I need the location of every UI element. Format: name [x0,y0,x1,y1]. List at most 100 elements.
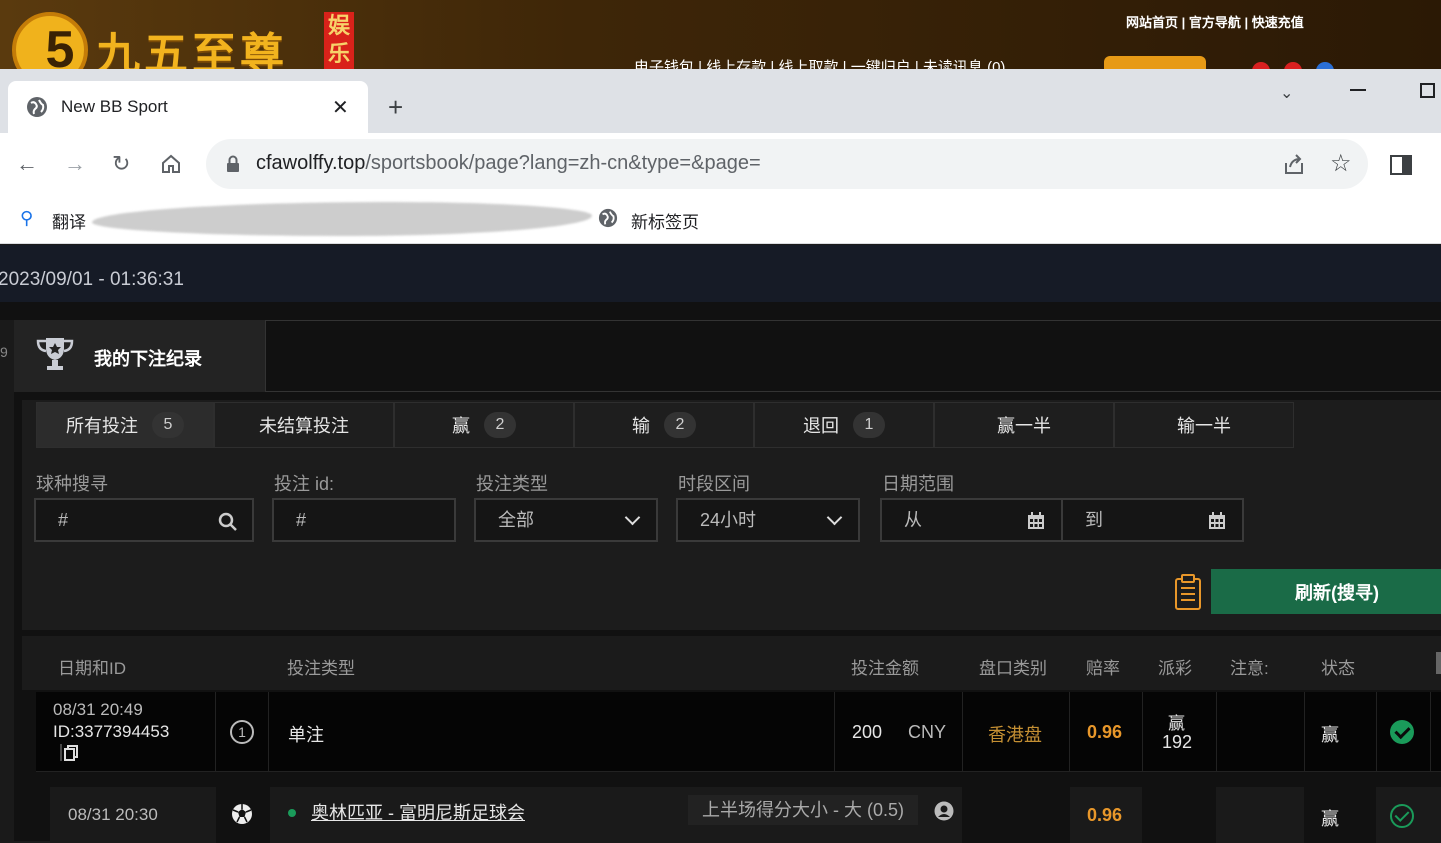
col-payout: 派彩 [1158,659,1192,678]
row-payout-amount: 192 [1162,732,1193,752]
row-match-link[interactable]: 奥林匹亚 - 富明尼斯足球会 [311,799,525,825]
clock-text: 2023/09/01 - 01:36:31 [0,269,184,290]
site-sub-nav[interactable]: 电子钱包 | 线上存款 | 线上取款 | 一键归户 | 未读讯息 (0) [634,56,1005,70]
search-icon[interactable]: ⚲ [20,208,33,229]
tab-label: 赢 [452,416,470,436]
user-info-icon[interactable] [934,801,954,821]
odds-type-cell [962,787,1070,843]
chevron-down-icon [826,509,843,526]
url-path: /sportsbook/page?lang=zh-cn&type=&page= [365,152,761,174]
bet-id-input[interactable]: # [272,498,456,542]
site-logo-number: 5 [45,21,75,70]
tab-count-badge: 1 [853,412,885,438]
cell-divider [1142,692,1143,772]
tab-count-badge: 2 [664,412,696,438]
tab-won[interactable]: 赢2 [394,402,574,448]
cell-divider [1069,692,1070,772]
forward-arrow-icon[interactable]: → [64,151,86,177]
clipboard-icon[interactable] [1174,574,1202,610]
col-odds: 赔率 [1086,659,1120,678]
share-icon[interactable] [1282,153,1306,175]
tab-label: 输一半 [1177,416,1231,436]
bookmark-translate[interactable]: 翻译 [52,208,86,233]
trophy-icon [36,338,74,370]
url-text[interactable]: cfawolffy.top/sportsbook/page?lang=zh-cn… [256,152,761,175]
calendar-icon[interactable] [1208,512,1226,530]
payout-cell [1142,787,1216,843]
tab-half-lost[interactable]: 输一半 [1114,402,1294,448]
side-panel-icon[interactable] [1390,155,1412,175]
window-maximize-icon[interactable] [1420,83,1435,98]
back-arrow-icon[interactable]: ← [16,151,38,177]
date-from-input[interactable]: 从 [880,498,1063,542]
sport-search-input[interactable]: # [34,498,254,542]
lock-icon[interactable] [226,155,240,173]
bookmark-new-tab[interactable]: 新标签页 [631,208,699,233]
left-strip-number: 9 [0,344,8,360]
calendar-icon[interactable] [1027,512,1045,530]
soccer-ball-icon [232,804,252,824]
sport-search-label: 球种搜寻 [36,474,108,494]
left-strip: 9 [0,320,14,841]
bookmark-star-icon[interactable]: ☆ [1330,149,1352,178]
browser-tab-active[interactable]: New BB Sport ✕ [8,81,368,133]
tab-label: 输 [632,416,650,436]
bookmarks-bar: ⚲ 翻译 新标签页 [0,196,1441,244]
table-row[interactable]: 08/31 20:49 ID:3377394453 1 单注 200 CNY 香… [36,692,1441,772]
row-odds-type: 香港盘 [988,725,1042,745]
row-currency: CNY [908,722,947,742]
header-filler [266,320,1441,392]
row-date: 08/31 20:49 [53,700,143,719]
new-tab-plus-icon[interactable]: + [388,92,403,123]
scrollbar[interactable] [1436,652,1441,674]
date-to-input[interactable]: 到 [1061,498,1244,542]
col-note: 注意: [1230,659,1269,678]
site-orange-button[interactable] [1104,56,1206,70]
table-row[interactable]: 08/31 20:30 奥林匹亚 - 富明尼斯足球会 上半场得分大小 - 大 (… [50,787,1441,843]
tab-unsettled[interactable]: 未结算投注 [214,402,394,448]
tab-count-badge: 5 [152,412,184,438]
tab-half-won[interactable]: 赢一半 [934,402,1114,448]
input-placeholder: 从 [904,510,922,530]
cell-divider [268,692,269,772]
cell-divider [834,692,835,772]
col-bet-type: 投注类型 [287,659,355,678]
input-placeholder: # [58,510,69,530]
status-cell [1304,787,1376,843]
reload-icon[interactable]: ↻ [112,151,130,177]
period-select[interactable]: 24小时 [676,498,860,542]
col-amount: 投注金额 [851,659,919,678]
chevron-down-icon[interactable]: ⌄ [1280,83,1293,103]
legs-count-icon: 1 [230,720,254,744]
copy-icon[interactable] [60,744,78,762]
tab-label: 赢一半 [997,416,1051,436]
bet-type-select[interactable]: 全部 [474,498,658,542]
redacted-bookmarks [92,202,592,236]
tab-label: 退回 [803,416,839,436]
page-top-bar: 2023/09/01 - 01:36:31 [0,245,1441,302]
tab-lost[interactable]: 输2 [574,402,754,448]
tab-label: 所有投注 [66,416,138,436]
tab-all-bets[interactable]: 所有投注 5 [36,402,214,448]
cell-divider [1430,692,1431,772]
site-logo-icon: 5 [12,12,88,70]
row-amount: 200 [852,722,883,742]
refresh-search-button[interactable]: 刷新(搜寻) [1211,569,1441,614]
window-minimize-icon[interactable] [1350,89,1366,91]
cell-divider [1376,692,1377,772]
bet-type-label: 投注类型 [476,474,548,494]
search-icon[interactable] [218,512,238,532]
browser-tab-bar: New BB Sport ✕ + ⌄ [0,69,1441,133]
site-top-links[interactable]: 网站首页 | 官方导航 | 快速充值 [1126,12,1304,31]
select-value: 24小时 [700,510,757,530]
check-circle-icon [1390,720,1414,744]
col-status: 状态 [1321,659,1355,678]
tab-refunded[interactable]: 退回 1 [754,402,934,448]
site-logo-text: 九五至尊 [96,29,288,70]
browser-toolbar: ← → ↻ cfawolffy.top/sportsbook/page?lang… [0,133,1441,196]
home-icon[interactable] [160,153,182,175]
globe-icon [27,97,47,117]
address-bar[interactable]: cfawolffy.top/sportsbook/page?lang=zh-cn… [206,139,1368,189]
close-icon[interactable]: ✕ [332,95,349,120]
tab-count-badge: 2 [484,412,516,438]
